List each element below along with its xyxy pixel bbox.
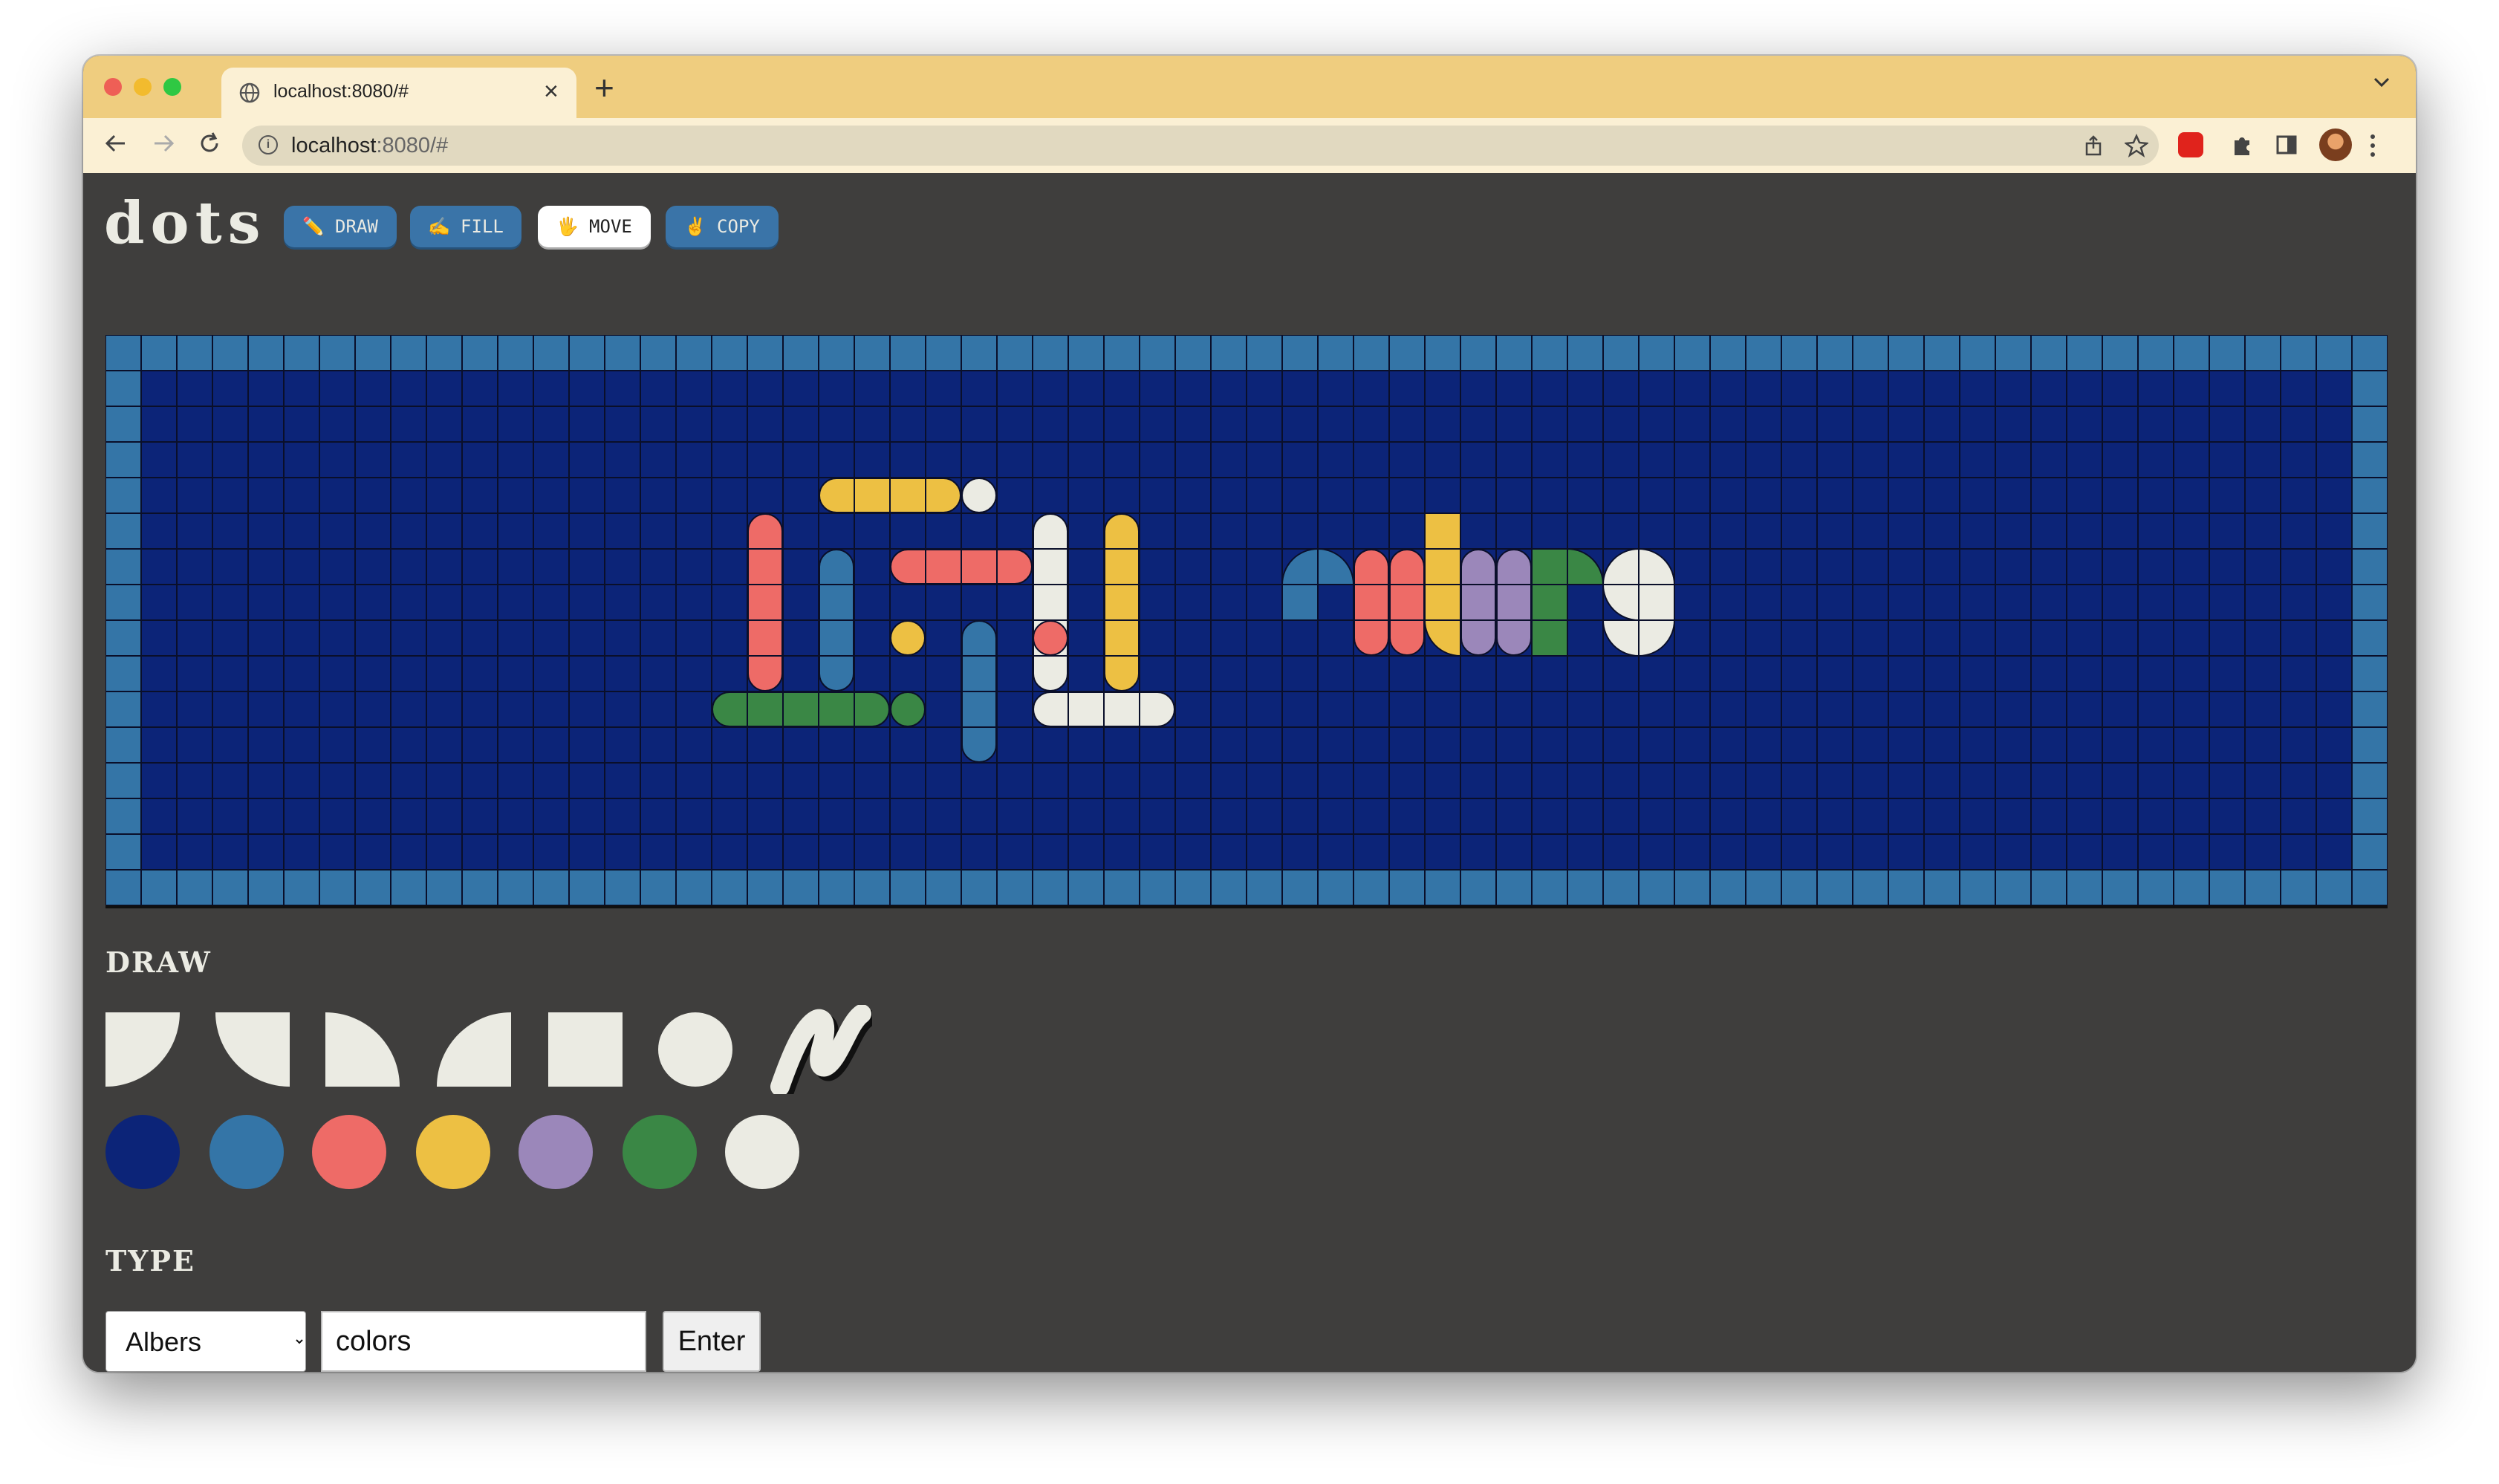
drawing-canvas[interactable] — [105, 335, 2388, 905]
site-info-icon[interactable]: i — [259, 135, 278, 154]
back-arrow-icon[interactable] — [103, 130, 129, 157]
color-swatch-purple[interactable] — [519, 1115, 593, 1189]
globe-icon — [239, 82, 260, 103]
color-swatch-white[interactable] — [725, 1115, 799, 1189]
close-window-button[interactable] — [104, 78, 122, 96]
url-text: localhost:8080/# — [291, 134, 449, 157]
side-panel-icon[interactable] — [2275, 133, 2298, 157]
enter-button[interactable]: Enter — [663, 1311, 761, 1372]
dot-shape — [1033, 620, 1068, 656]
kebab-menu-icon[interactable] — [2368, 133, 2377, 158]
draw-mode-button[interactable]: ✏️ DRAW — [284, 206, 397, 247]
new-tab-button[interactable]: + — [594, 71, 614, 105]
pill-shape — [1033, 513, 1068, 691]
adblock-extension-icon[interactable] — [2178, 132, 2203, 157]
square-cell — [1531, 584, 1568, 621]
browser-window: localhost:8080/# × + i localhost:8080/# — [83, 56, 2416, 1372]
dot-shape — [961, 478, 997, 513]
text-input[interactable] — [321, 1311, 646, 1372]
pill-shape — [1389, 549, 1425, 656]
dots-app: dots ✏️DRAW ✍️FILL 🖐MOVE ✌️COPY DRAW — [83, 173, 2416, 1372]
pill-shape — [712, 691, 890, 727]
chevron-down-icon[interactable] — [2373, 75, 2391, 90]
freehand-squiggle-icon[interactable] — [768, 1005, 872, 1094]
color-swatch-blue[interactable] — [209, 1115, 284, 1189]
pill-shape — [747, 513, 783, 691]
quarter-top-right-shape[interactable] — [325, 1012, 400, 1087]
square-shape[interactable] — [548, 1012, 623, 1087]
color-swatch-navy[interactable] — [105, 1115, 180, 1189]
type-section-heading: TYPE — [105, 1244, 195, 1278]
browser-tab[interactable]: localhost:8080/# × — [221, 68, 576, 118]
share-icon[interactable] — [2083, 135, 2104, 156]
profile-avatar[interactable] — [2319, 128, 2352, 161]
circle-shape[interactable] — [658, 1012, 732, 1087]
reload-icon[interactable] — [196, 130, 223, 157]
square-cell — [1281, 584, 1319, 621]
forward-arrow-icon[interactable] — [150, 130, 177, 157]
quarter-bottom-right-shape[interactable] — [215, 1012, 290, 1087]
move-mode-button[interactable]: 🖐 MOVE — [538, 206, 651, 247]
browser-toolbar: i localhost:8080/# — [83, 118, 2416, 173]
square-cell — [1638, 584, 1675, 621]
extensions-puzzle-icon[interactable] — [2230, 133, 2254, 157]
tab-strip: localhost:8080/# × + — [83, 56, 2416, 118]
app-logo: dots — [104, 189, 267, 257]
close-tab-icon[interactable]: × — [544, 77, 559, 106]
bookmark-star-icon[interactable] — [2125, 134, 2148, 157]
pill-shape — [1354, 549, 1389, 656]
dot-grid[interactable] — [105, 335, 2388, 905]
quarter-top-left-shape[interactable] — [437, 1012, 511, 1087]
dot-shape — [890, 620, 926, 656]
square-cell — [1531, 548, 1568, 585]
quarter-bottom-left-shape[interactable] — [105, 1012, 180, 1087]
pill-shape — [1104, 513, 1140, 691]
pill-shape — [1496, 549, 1532, 656]
square-cell — [1424, 584, 1461, 621]
font-select[interactable]: Albers — [105, 1311, 306, 1372]
dot-shape — [890, 691, 926, 727]
square-cell — [1424, 548, 1461, 585]
color-swatch-green[interactable] — [623, 1115, 697, 1189]
square-cell — [1424, 512, 1461, 550]
maximize-window-button[interactable] — [163, 78, 181, 96]
color-swatch-red[interactable] — [312, 1115, 386, 1189]
pill-shape — [1460, 549, 1496, 656]
tab-title: localhost:8080/# — [273, 81, 409, 102]
minimize-window-button[interactable] — [134, 78, 152, 96]
color-swatch-yellow[interactable] — [416, 1115, 490, 1189]
draw-section-heading: DRAW — [105, 946, 212, 979]
square-cell — [1531, 619, 1568, 657]
address-bar[interactable]: i localhost:8080/# — [242, 126, 2159, 166]
copy-mode-button[interactable]: ✌️ COPY — [666, 206, 779, 247]
fill-mode-button[interactable]: ✍️ FILL — [410, 206, 521, 247]
